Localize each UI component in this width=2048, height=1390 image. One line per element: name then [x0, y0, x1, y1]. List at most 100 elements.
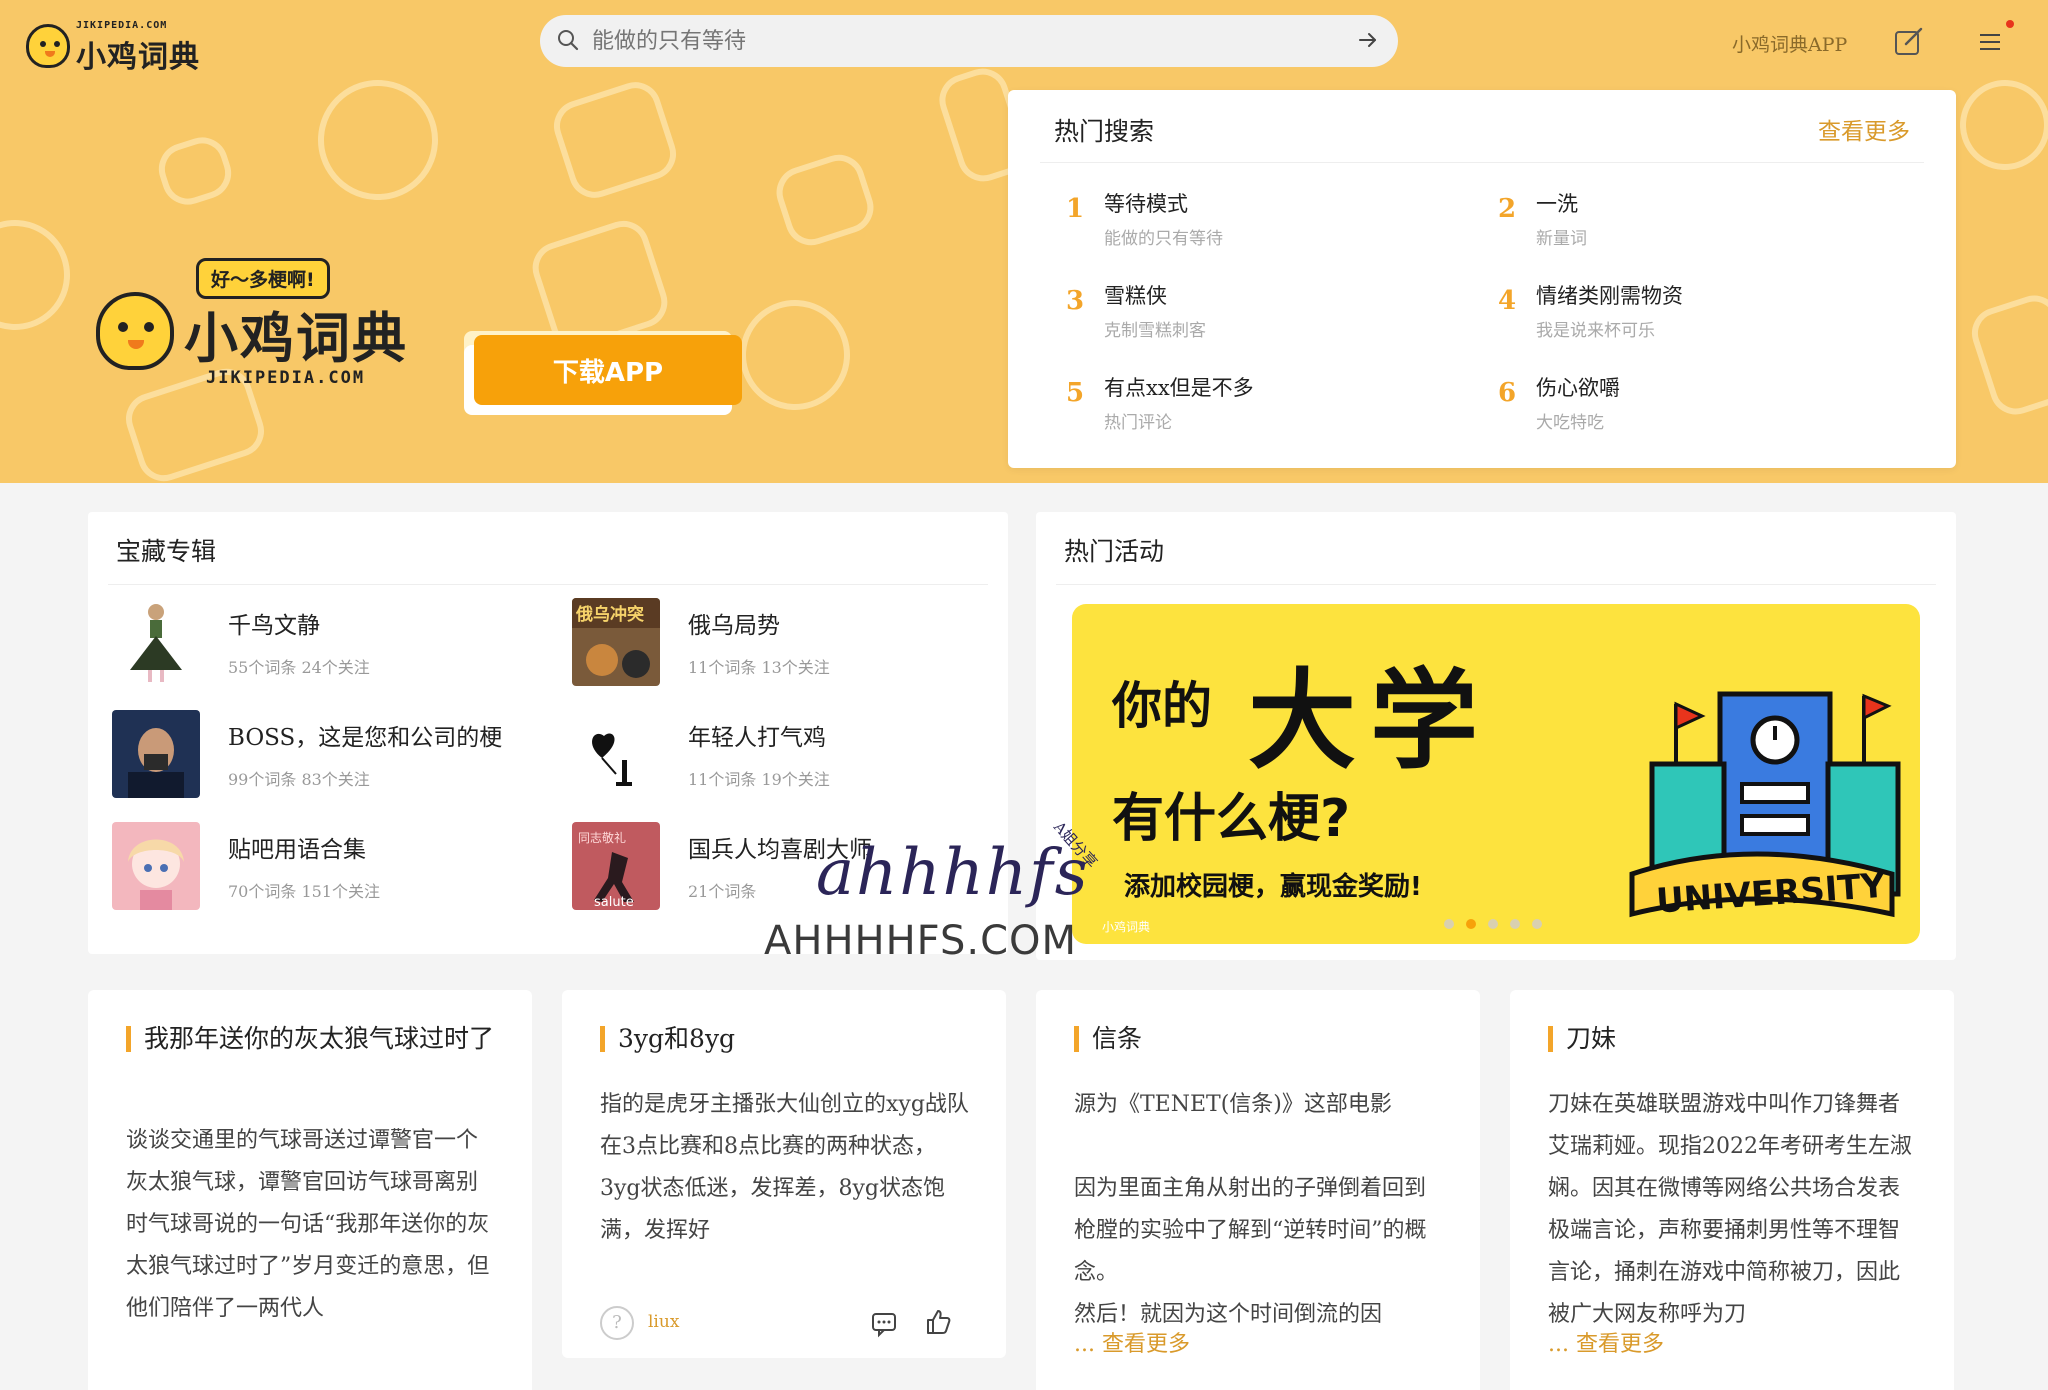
- logo-text: 小鸡词典: [76, 40, 200, 75]
- carousel-indicator[interactable]: [1444, 914, 1554, 933]
- divider: [1040, 162, 1924, 163]
- bg-decoration: [725, 285, 865, 425]
- hot-search-word: 一洗: [1536, 192, 1578, 216]
- word-definition: 刀妹在英雄联盟游戏中叫作刀锋舞者艾瑞莉娅。现指2022年考研考生左淑娴。因其在微…: [1548, 1092, 1912, 1327]
- hot-search-rank: 4: [1498, 286, 1517, 316]
- slogan-bubble: 好～多梗啊!: [196, 258, 330, 299]
- bg-decoration: [769, 148, 881, 252]
- album-name: BOSS，这是您和公司的梗: [228, 725, 503, 751]
- banner-corner-label: 小鸡词典: [1102, 920, 1151, 934]
- album-thumbnail: [112, 822, 200, 910]
- app-download-link[interactable]: 小鸡词典APP: [1732, 30, 1847, 57]
- album-item[interactable]: 俄乌冲突 俄乌局势 11个词条 13个关注: [572, 598, 992, 688]
- read-more-link[interactable]: ... 查看更多: [1074, 1326, 1190, 1358]
- album-name: 国兵人均喜剧大师: [688, 837, 872, 863]
- album-meta: 11个词条 19个关注: [688, 770, 830, 789]
- activity-title: 热门活动: [1064, 537, 1165, 566]
- university-building-icon: UNIVERSITY: [1629, 691, 1901, 922]
- album-thumb-text: 俄乌冲突: [575, 604, 644, 625]
- hot-search-desc: 热门评论: [1104, 413, 1172, 433]
- hot-search-item[interactable]: 6 伤心欲嚼 大吃特吃: [1498, 372, 1898, 442]
- bg-decoration: [302, 64, 454, 216]
- album-meta: 55个词条 24个关注: [228, 658, 370, 677]
- hot-activity-panel: 热门活动 你的 大学 有什么梗? 添加校园梗，赢现金奖励! UNIVERSITY…: [1036, 512, 1956, 960]
- hot-search-more-link[interactable]: 查看更多: [1818, 112, 1910, 146]
- carousel-dot[interactable]: [1532, 919, 1542, 929]
- album-name: 俄乌局势: [688, 613, 780, 639]
- bg-decoration: [0, 205, 85, 345]
- hot-search-desc: 新量词: [1536, 229, 1587, 249]
- word-card[interactable]: 信条 源为《TENET(信条)》这部电影 因为里面主角从射出的子弹倒着回到枪膛的…: [1036, 990, 1480, 1390]
- album-name: 年轻人打气鸡: [688, 725, 826, 751]
- banner-subtext: 添加校园梗，赢现金奖励!: [1124, 872, 1422, 902]
- album-item[interactable]: 千鸟文静 55个词条 24个关注: [112, 598, 532, 688]
- thumbs-up-icon[interactable]: [924, 1308, 952, 1336]
- album-meta: 99个词条 83个关注: [228, 770, 370, 789]
- download-app-button[interactable]: 下载APP: [474, 335, 742, 405]
- word-title[interactable]: 我那年送你的灰太狼气球过时了: [144, 1020, 504, 1057]
- bg-decoration: [1948, 68, 2048, 182]
- hot-search-panel: 热门搜索 查看更多 1 等待模式 能做的只有等待 2 一洗 新量词 3 雪糕侠 …: [1008, 90, 1956, 468]
- activity-banner[interactable]: 你的 大学 有什么梗? 添加校园梗，赢现金奖励! UNIVERSITY 小鸡词典: [1072, 604, 1920, 944]
- divider: [1056, 584, 1936, 585]
- album-item[interactable]: BOSS，这是您和公司的梗 99个词条 83个关注: [112, 710, 532, 800]
- album-meta: 21个词条: [688, 882, 757, 901]
- album-item[interactable]: 同志敬礼 salute 国兵人均喜剧大师 21个词条: [572, 822, 992, 912]
- search-bar[interactable]: [540, 15, 1398, 67]
- banner-text: 你的: [1112, 677, 1212, 735]
- carousel-dot[interactable]: [1488, 919, 1498, 929]
- carousel-dot[interactable]: [1444, 919, 1454, 929]
- hot-search-item[interactable]: 5 有点xx但是不多 热门评论: [1066, 372, 1466, 442]
- hot-search-item[interactable]: 3 雪糕侠 克制雪糕刺客: [1066, 280, 1466, 350]
- search-icon: [558, 30, 579, 51]
- avatar-placeholder-icon[interactable]: ?: [600, 1306, 634, 1340]
- hero-banner: JIKIPEDIA.COM 小鸡词典 小鸡词典APP 好～多梗啊! 小鸡词典 J…: [0, 0, 2048, 483]
- notification-dot: [2006, 20, 2014, 28]
- hot-search-rank: 1: [1066, 194, 1085, 224]
- menu-icon[interactable]: [1978, 30, 2002, 54]
- logo-domain-text: JIKIPEDIA.COM: [76, 20, 168, 31]
- carousel-dot[interactable]: [1510, 919, 1520, 929]
- album-item[interactable]: 年轻人打气鸡 11个词条 19个关注: [572, 710, 992, 800]
- bg-decoration: [152, 130, 238, 212]
- word-title[interactable]: 3yg和8yg: [618, 1020, 978, 1057]
- album-thumb-text: salute: [594, 895, 634, 910]
- word-title[interactable]: 信条: [1092, 1020, 1452, 1057]
- hot-search-desc: 克制雪糕刺客: [1104, 321, 1206, 341]
- album-name: 贴吧用语合集: [228, 837, 366, 863]
- album-item[interactable]: 贴吧用语合集 70个词条 151个关注: [112, 822, 532, 912]
- word-card[interactable]: 我那年送你的灰太狼气球过时了 谈谈交通里的气球哥送过谭警官一个灰太狼气球，谭警官…: [88, 990, 532, 1390]
- edit-icon[interactable]: [1893, 26, 1925, 58]
- brand-domain: JIKIPEDIA.COM: [206, 368, 366, 388]
- divider: [108, 584, 988, 585]
- banner-headline: 大学: [1248, 659, 1493, 784]
- hot-search-rank: 5: [1066, 378, 1085, 408]
- hot-search-item[interactable]: 2 一洗 新量词: [1498, 188, 1898, 258]
- carousel-dot-active[interactable]: [1466, 919, 1476, 929]
- search-input[interactable]: [592, 23, 1332, 59]
- hot-search-item[interactable]: 4 情绪类刚需物资 我是说来杯可乐: [1498, 280, 1898, 350]
- word-card[interactable]: 刀妹 刀妹在英雄联盟游戏中叫作刀锋舞者艾瑞莉娅。现指2022年考研考生左淑娴。因…: [1510, 990, 1954, 1390]
- hot-search-rank: 2: [1498, 194, 1517, 224]
- site-logo[interactable]: JIKIPEDIA.COM 小鸡词典: [26, 20, 216, 75]
- word-title[interactable]: 刀妹: [1566, 1020, 1926, 1057]
- word-definition: 源为《TENET(信条)》这部电影 因为里面主角从射出的子弹倒着回到枪膛的实验中…: [1074, 1092, 1427, 1327]
- chick-logo-icon: [26, 24, 70, 68]
- album-thumbnail: [112, 710, 200, 798]
- hot-search-word: 伤心欲嚼: [1536, 376, 1620, 400]
- word-definition: 谈谈交通里的气球哥送过谭警官一个灰太狼气球，谭警官回访气球哥离别时气球哥说的一句…: [126, 1128, 490, 1321]
- comment-icon[interactable]: [870, 1310, 898, 1338]
- arrow-right-icon[interactable]: [1356, 28, 1380, 52]
- word-card[interactable]: 3yg和8yg 指的是虎牙主播张大仙创立的xyg战队在3点比赛和8点比赛的两种状…: [562, 990, 1006, 1358]
- read-more-link[interactable]: ... 查看更多: [1548, 1326, 1664, 1358]
- album-thumbnail: [572, 710, 660, 798]
- album-thumbnail: 同志敬礼 salute: [572, 822, 660, 910]
- treasure-albums-panel: 宝藏专辑 千鸟文静 55个词条 24个关注 俄乌冲突 俄乌局势 11个词条 13: [88, 512, 1008, 954]
- bg-decoration: [1965, 288, 2048, 422]
- album-name: 千鸟文静: [228, 613, 320, 639]
- author-name[interactable]: liux: [648, 1312, 679, 1332]
- hot-search-desc: 大吃特吃: [1536, 413, 1604, 433]
- hot-search-item[interactable]: 1 等待模式 能做的只有等待: [1066, 188, 1466, 258]
- title-accent-bar: [1074, 1026, 1079, 1052]
- bg-decoration: [547, 75, 683, 205]
